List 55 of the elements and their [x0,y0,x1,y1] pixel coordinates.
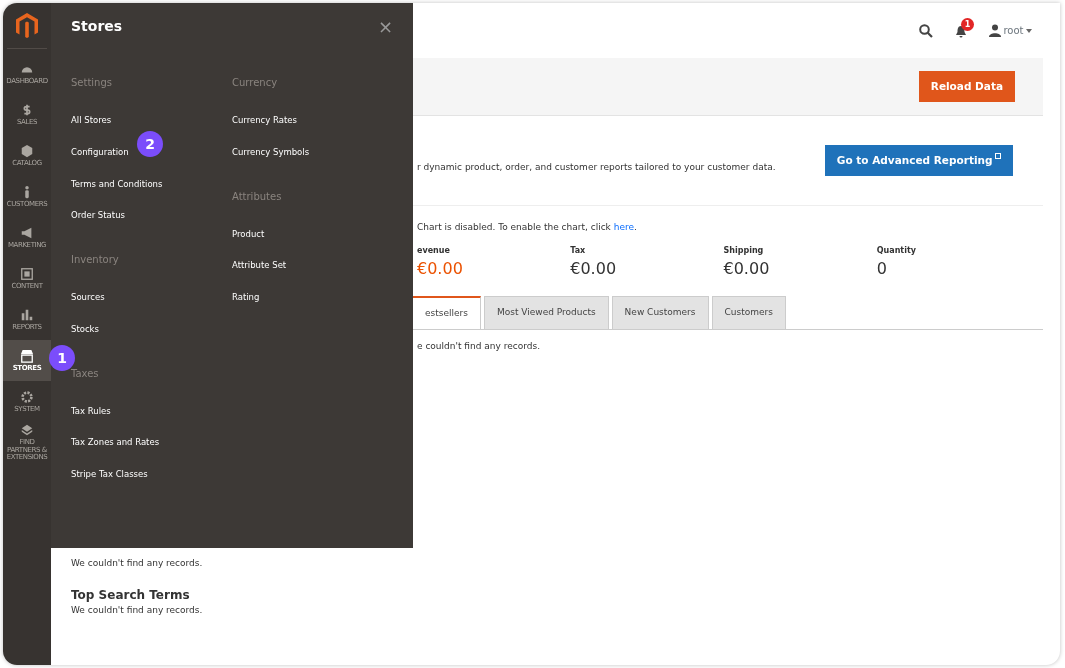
menu-heading: Attributes [232,189,283,204]
tab[interactable]: New Customers [611,295,709,329]
menu-heading: Inventory [71,253,120,267]
total-value: €0.00 [723,257,771,280]
total-label: Quantity [876,244,917,257]
menu-heading: Currency [232,76,279,90]
menu-title: Stores [71,17,123,36]
external-link-icon [995,152,1001,159]
empty-message: We couldn't find any records. [71,603,204,617]
advanced-reporting-button[interactable]: Go to Advanced Reporting [824,144,1013,177]
caret-icon [1026,28,1032,33]
description-text: r dynamic product, order, and customer reports tailored to your customer data. [417,161,776,175]
bar-chart-icon [20,307,34,322]
store-icon [20,348,34,363]
reload-data-button[interactable]: Reload Data [918,70,1015,103]
total-label: Shipping [723,244,765,257]
total-label: evenue [417,244,451,257]
empty-message: e couldn't find any records. [417,340,541,353]
notification-badge: 1 [960,18,974,31]
menu-link[interactable]: Tax Zones and Rates [71,436,232,449]
menu-link[interactable]: Attribute Set [232,259,393,272]
user-menu[interactable]: root [988,23,1032,38]
tab[interactable]: Most Viewed Products [483,295,609,329]
menu-link[interactable]: Stripe Tax Classes [71,468,232,481]
tab[interactable]: Customers [711,295,786,329]
tab[interactable]: estsellers [413,295,481,329]
layout-icon [20,266,34,281]
username: root [1003,24,1024,38]
box-icon [20,423,34,438]
search-icon[interactable] [918,23,933,38]
megaphone-icon [20,225,34,240]
here-link[interactable]: here [613,222,634,232]
menu-link[interactable]: Tax Rules [71,404,232,418]
section-title: Top Search Terms [71,586,191,604]
total-value: €0.00 [417,257,464,280]
menu-link[interactable]: Stocks [71,322,232,336]
close-button[interactable]: × [377,17,393,36]
menu-link[interactable]: Currency Symbols [232,145,393,159]
chart-notice: Chart is disabled. To enable the chart, click here. [417,221,638,234]
menu-link[interactable]: Sources [71,291,232,304]
menu-heading: Settings [71,76,113,90]
menu-link[interactable]: Order Status [71,209,232,222]
total-value: 0 [876,257,888,280]
empty-message: We couldn't find any records. [71,557,204,570]
menu-link[interactable]: Terms and Conditions [71,177,232,191]
user-icon [988,24,1001,37]
cube-icon [20,143,34,158]
menu-link[interactable]: Product [232,227,393,241]
total-label: Tax [570,244,587,257]
menu-link[interactable]: All Stores [71,114,232,127]
total-value: €0.00 [570,257,618,280]
logo-icon[interactable] [16,12,38,39]
settings-icon [20,389,34,404]
menu-link[interactable]: Currency Rates [232,114,393,127]
menu-link[interactable]: Rating [232,291,393,304]
